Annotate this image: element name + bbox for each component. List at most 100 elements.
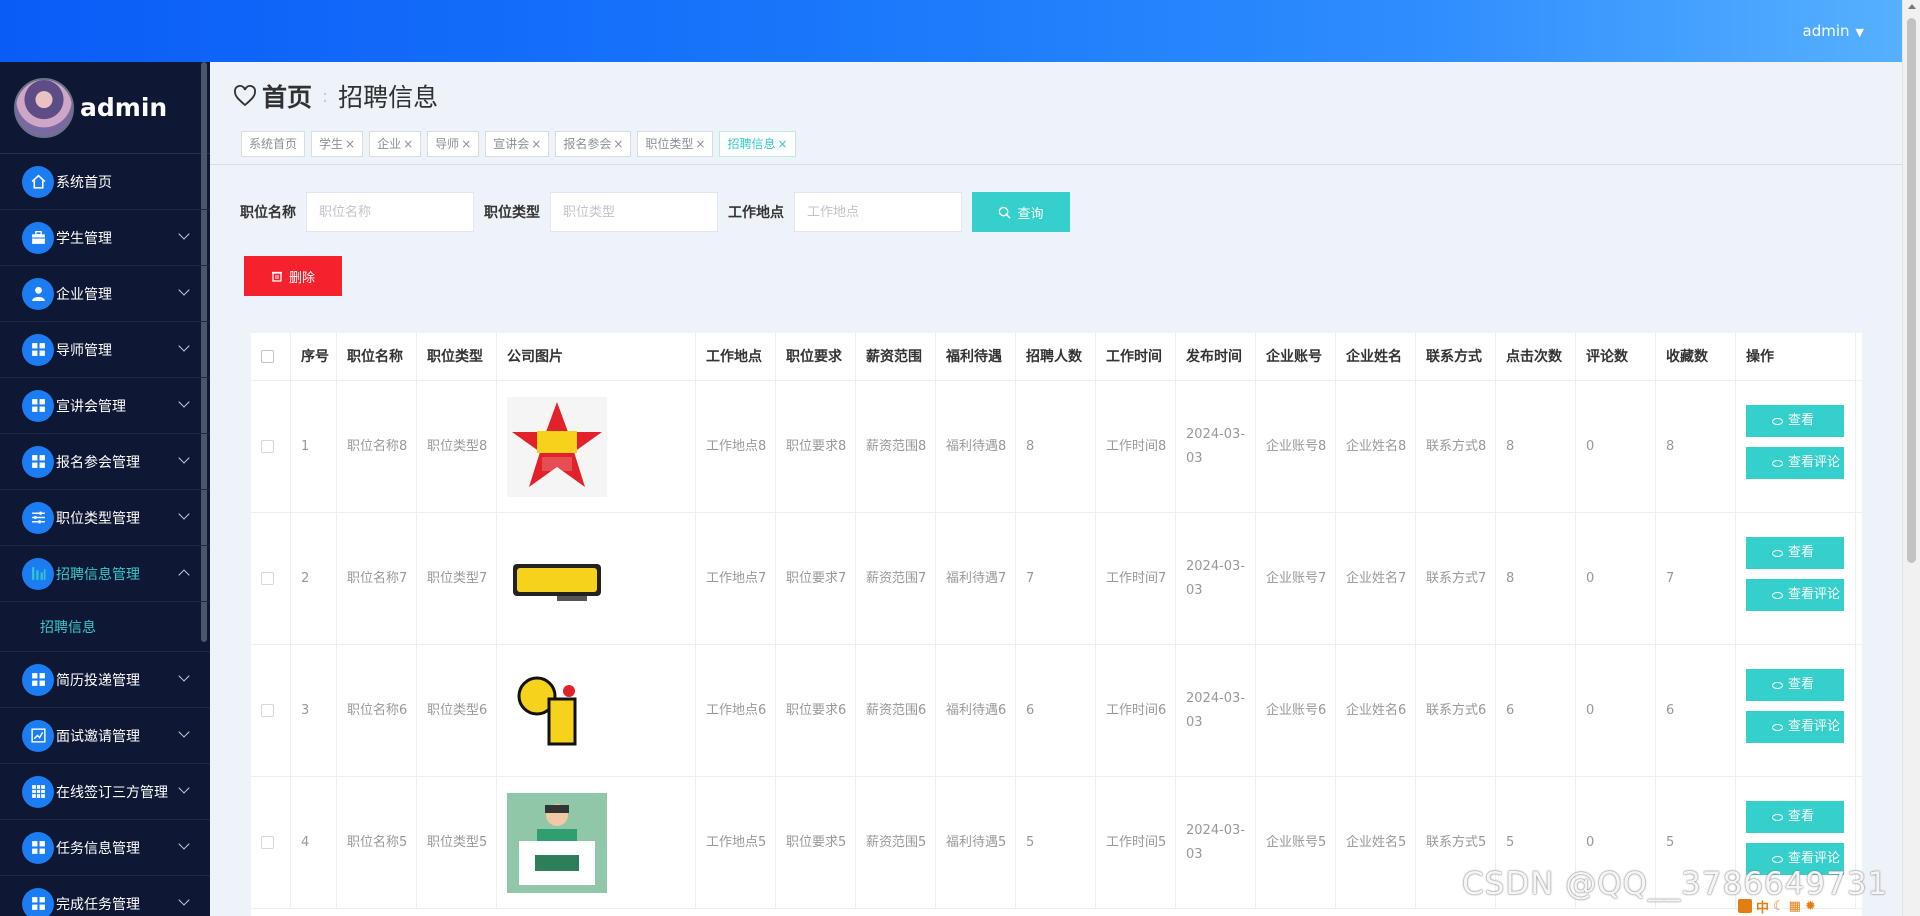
query-button[interactable]: 查询 — [972, 192, 1070, 232]
cell-text: 薪资范围5 — [866, 834, 927, 850]
ime-mode[interactable]: 中 — [1756, 897, 1769, 916]
company-image[interactable] — [507, 528, 607, 629]
tag-5[interactable]: 报名参会 × — [555, 131, 632, 157]
sidebar-item-9[interactable]: 面试邀请管理 — [0, 708, 210, 764]
cell-index: 1 — [291, 381, 337, 512]
row-checkbox[interactable] — [261, 704, 274, 717]
sidebar-item-12[interactable]: 完成任务管理 — [0, 876, 210, 916]
cell-text: 2024-03-03 — [1186, 558, 1246, 598]
view-button[interactable]: 查看 — [1746, 405, 1844, 437]
sidebar-item-8[interactable]: 简历投递管理 — [0, 652, 210, 708]
company-image-cell — [497, 381, 696, 512]
sidebar-item-1[interactable]: 学生管理 — [0, 210, 210, 266]
close-icon[interactable]: × — [613, 137, 623, 151]
page-scrollbar[interactable] — [1902, 0, 1920, 916]
close-icon[interactable]: × — [403, 137, 413, 151]
chevron-up-icon — [178, 569, 190, 581]
cell-job-name: 职位名称5 — [337, 777, 417, 908]
submenu-item-recruitment[interactable]: 招聘信息 — [0, 602, 210, 652]
view-button[interactable]: 查看 — [1746, 537, 1844, 569]
cell-company-name: 企业姓名5 — [1336, 777, 1416, 908]
tag-2[interactable]: 企业 × — [369, 131, 422, 157]
ime-toolbar: 中 ☾ ▦ ✹ — [1738, 896, 1816, 916]
scroll-up-icon[interactable] — [1908, 4, 1916, 9]
grid-icon — [22, 887, 54, 916]
job-type-input[interactable] — [550, 192, 718, 232]
cell-text: 职位要求6 — [786, 702, 847, 718]
table-icon — [22, 775, 54, 808]
view-button[interactable]: 查看 — [1746, 801, 1844, 833]
close-icon[interactable]: × — [461, 137, 471, 151]
job-type-label: 职位类型 — [484, 205, 540, 221]
job-name-input[interactable] — [306, 192, 474, 232]
sidebar-item-label: 学生管理 — [56, 230, 112, 247]
cell-benefits: 福利待遇5 — [936, 777, 1016, 908]
delete-label: 删除 — [288, 270, 315, 286]
tag-label: 企业 — [377, 137, 402, 151]
tag-label: 招聘信息 — [727, 137, 776, 151]
cell-company-name: 企业姓名7 — [1336, 513, 1416, 644]
table-row: 2 职位名称7 职位类型7 工作地点7 职位要求7 薪资范围7 福利待遇7 7 工作时间7 202… — [251, 513, 1862, 645]
grid-icon — [22, 333, 54, 366]
company-image[interactable] — [507, 396, 607, 497]
sidebar-item-label: 简历投递管理 — [56, 672, 140, 689]
chevron-down-icon — [178, 726, 190, 738]
company-image[interactable] — [507, 792, 607, 893]
cell-favorites: 7 — [1656, 513, 1736, 644]
row-checkbox-cell — [251, 777, 291, 908]
close-icon[interactable]: × — [695, 137, 705, 151]
tag-7[interactable]: 招聘信息 × — [719, 131, 796, 157]
sidebar-item-10[interactable]: 在线签订三方管理 — [0, 764, 210, 820]
tag-6[interactable]: 职位类型 × — [637, 131, 714, 157]
sidebar-item-11[interactable]: 任务信息管理 — [0, 820, 210, 876]
view-comments-button[interactable]: 查看评论 — [1746, 579, 1844, 611]
row-checkbox[interactable] — [261, 572, 274, 585]
avatar — [14, 77, 74, 138]
tag-label: 导师 — [435, 137, 460, 151]
actions-cell: 查看 查看评论 — [1736, 645, 1856, 776]
close-icon[interactable]: × — [345, 137, 355, 151]
delete-button[interactable]: 删除 — [244, 256, 342, 296]
select-all-checkbox[interactable] — [261, 350, 274, 363]
cell-text: 职位要求5 — [786, 834, 847, 850]
row-checkbox[interactable] — [261, 836, 274, 849]
cell-text: 职位名称5 — [347, 834, 408, 850]
tag-4[interactable]: 宣讲会 × — [485, 131, 550, 157]
location-label: 工作地点 — [728, 205, 784, 221]
tag-0[interactable]: 系统首页 — [241, 131, 306, 157]
cell-text: 福利待遇6 — [946, 702, 1007, 718]
cell-benefits: 福利待遇8 — [936, 381, 1016, 512]
sidebar-item-6[interactable]: 职位类型管理 — [0, 490, 210, 546]
sidebar-item-4[interactable]: 宣讲会管理 — [0, 378, 210, 434]
cell-index: 4 — [291, 777, 337, 908]
cell-text: 工作地点7 — [706, 570, 767, 586]
cell-text: 工作时间6 — [1106, 702, 1167, 718]
location-input[interactable] — [794, 192, 962, 232]
tag-3[interactable]: 导师 × — [427, 131, 480, 157]
view-button[interactable]: 查看 — [1746, 669, 1844, 701]
cell-text: 工作地点6 — [706, 702, 767, 718]
row-checkbox[interactable] — [261, 440, 274, 453]
cell-text: 职位名称6 — [347, 702, 408, 718]
tag-1[interactable]: 学生 × — [311, 131, 364, 157]
close-icon[interactable]: × — [531, 137, 541, 151]
cell-comments: 0 — [1576, 513, 1656, 644]
close-icon[interactable]: × — [778, 137, 788, 151]
view-comments-button[interactable]: 查看评论 — [1746, 447, 1844, 479]
cell-text: 工作地点5 — [706, 834, 767, 850]
cell-text: 职位名称7 — [347, 570, 408, 586]
eye-icon — [1772, 549, 1783, 557]
sidebar-item-7[interactable]: 招聘信息管理 — [0, 546, 210, 602]
company-image[interactable] — [507, 660, 607, 761]
user-menu[interactable]: admin ▼ — [1803, 22, 1864, 40]
sidebar-item-3[interactable]: 导师管理 — [0, 322, 210, 378]
sidebar-item-5[interactable]: 报名参会管理 — [0, 434, 210, 490]
breadcrumb-home[interactable]: 首页 — [262, 78, 312, 114]
scrollbar-thumb[interactable] — [1907, 18, 1916, 563]
cell-text: 企业账号7 — [1266, 570, 1327, 586]
cell-text: 联系方式5 — [1426, 834, 1487, 850]
tag-label: 系统首页 — [249, 137, 298, 151]
view-comments-button[interactable]: 查看评论 — [1746, 711, 1844, 743]
sidebar-item-0[interactable]: 系统首页 — [0, 154, 210, 210]
sidebar-item-2[interactable]: 企业管理 — [0, 266, 210, 322]
